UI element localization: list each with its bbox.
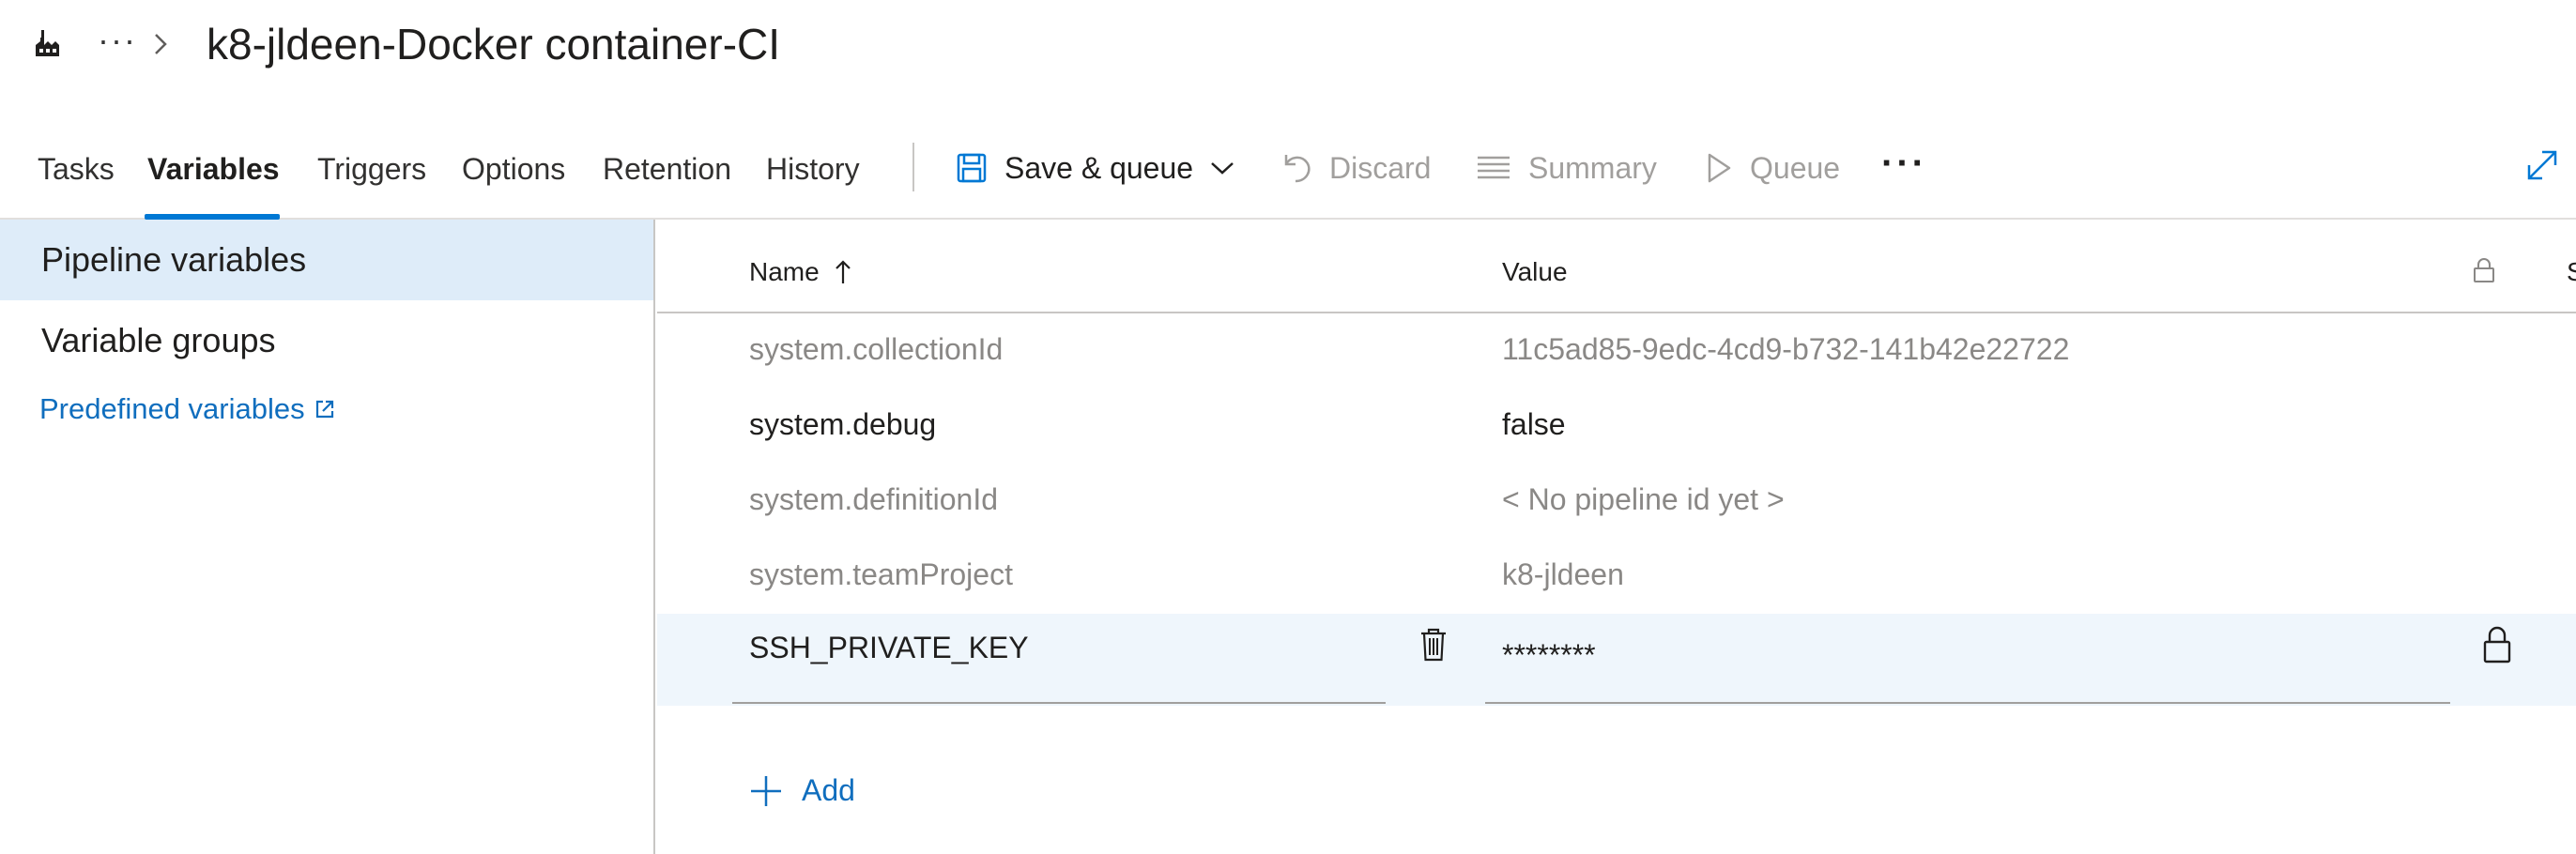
tab-history[interactable]: History xyxy=(766,152,860,187)
chevron-down-icon[interactable] xyxy=(1210,159,1234,177)
predefined-variables-label: Predefined variables xyxy=(39,392,305,425)
save-queue-label: Save & queue xyxy=(1004,150,1194,185)
variable-name: system.definitionId xyxy=(749,482,999,516)
lock-icon[interactable] xyxy=(2482,625,2512,664)
column-header-name[interactable]: Name xyxy=(749,257,851,287)
column-header-value[interactable]: Value xyxy=(1502,257,1568,287)
page-title: k8-jldeen-Docker container-CI xyxy=(207,20,781,69)
lock-icon xyxy=(2474,258,2494,282)
column-header-settable-clipped: S xyxy=(2567,257,2576,286)
predefined-variables-link[interactable]: Predefined variables xyxy=(39,392,335,426)
summary-label: Summary xyxy=(1528,150,1657,185)
variable-name[interactable]: system.debug xyxy=(749,407,936,442)
tab-retention[interactable]: Retention xyxy=(603,152,731,187)
tab-triggers[interactable]: Triggers xyxy=(317,152,426,187)
table-row[interactable]: system.debug false xyxy=(657,389,2576,464)
list-icon xyxy=(1478,156,1510,179)
trash-icon[interactable] xyxy=(1419,627,1448,663)
variable-value: < No pipeline id yet > xyxy=(1502,482,1785,516)
variable-name: system.collectionId xyxy=(749,332,1004,366)
variable-value: 11c5ad85-9edc-4cd9-b732-141b42e22722 xyxy=(1502,332,2070,366)
save-queue-button[interactable]: Save & queue xyxy=(956,145,1234,191)
value-input-underline xyxy=(1485,702,2450,704)
sort-ascending-icon xyxy=(835,260,851,283)
variables-sidebar: Pipeline variables Variable groups Prede… xyxy=(0,220,655,854)
queue-button[interactable]: Queue xyxy=(1705,145,1840,191)
variable-value-input[interactable]: ******** xyxy=(1502,638,1596,673)
tab-variables[interactable]: Variables xyxy=(147,152,280,187)
pipeline-icon[interactable] xyxy=(32,28,64,60)
name-input-underline xyxy=(732,702,1386,704)
summary-button[interactable]: Summary xyxy=(1476,145,1657,191)
plus-icon xyxy=(751,775,781,806)
sidebar-item-variable-groups[interactable]: Variable groups xyxy=(0,300,653,381)
add-variable-button[interactable]: Add xyxy=(749,773,855,808)
page-header: ··· k8-jldeen-Docker container-CI xyxy=(0,0,2576,94)
table-row-selected[interactable]: SSH_PRIVATE_KEY ******** xyxy=(657,614,2576,706)
column-header-name-label: Name xyxy=(749,257,820,286)
chevron-right-icon xyxy=(155,34,167,54)
play-icon xyxy=(1708,153,1731,183)
variable-value: k8-jldeen xyxy=(1502,557,1624,591)
queue-label: Queue xyxy=(1750,150,1841,185)
more-actions-button[interactable]: ··· xyxy=(1881,143,1927,185)
expand-icon[interactable] xyxy=(2525,148,2559,182)
add-variable-label: Add xyxy=(802,773,855,807)
breadcrumb-more-button[interactable]: ··· xyxy=(98,21,137,60)
grid-header: Name Value S xyxy=(657,220,2576,313)
external-link-icon xyxy=(315,400,333,419)
tab-tasks[interactable]: Tasks xyxy=(38,152,115,187)
sidebar-item-pipeline-variables[interactable]: Pipeline variables xyxy=(0,220,653,300)
discard-button[interactable]: Discard xyxy=(1280,145,1431,191)
table-row[interactable]: system.definitionId < No pipeline id yet… xyxy=(657,464,2576,539)
variable-value[interactable]: false xyxy=(1502,407,1566,442)
variable-name: system.teamProject xyxy=(749,557,1013,591)
undo-icon xyxy=(1284,155,1311,183)
toolbar: Tasks Variables Triggers Options Retenti… xyxy=(0,131,2576,220)
discard-label: Discard xyxy=(1329,150,1432,185)
variables-grid: Name Value S system.collectionId 11c5ad8… xyxy=(657,220,2576,854)
table-row[interactable]: system.collectionId 11c5ad85-9edc-4cd9-b… xyxy=(657,313,2576,389)
save-icon xyxy=(957,153,987,183)
toolbar-divider xyxy=(912,143,914,191)
table-row[interactable]: system.teamProject k8-jldeen xyxy=(657,539,2576,614)
variable-name-input[interactable]: SSH_PRIVATE_KEY xyxy=(749,631,1029,665)
tab-options[interactable]: Options xyxy=(462,152,565,187)
